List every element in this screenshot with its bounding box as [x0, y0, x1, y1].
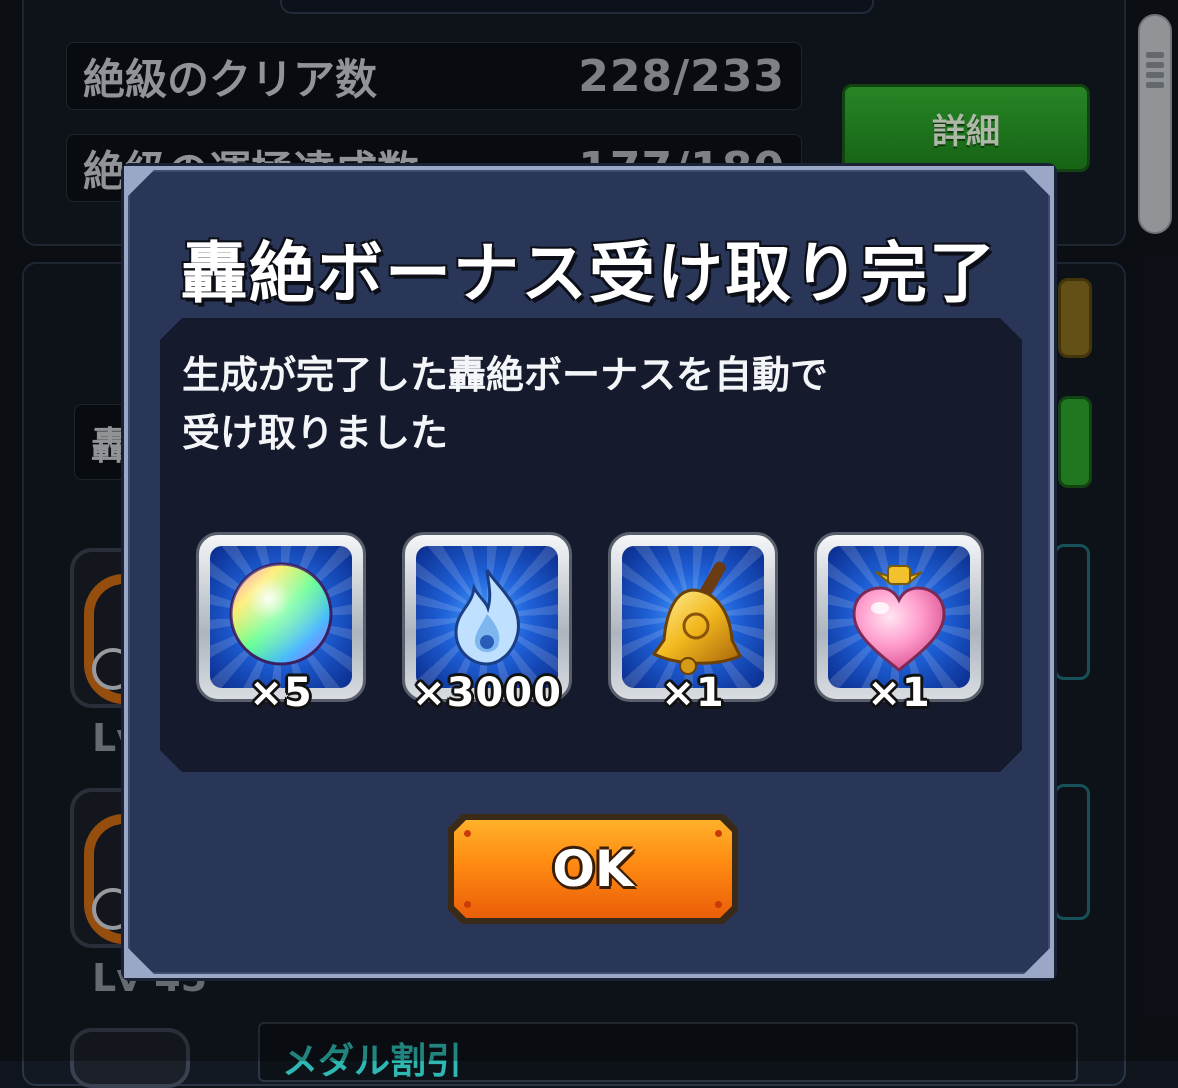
reward-item: ×1	[814, 532, 984, 702]
bonus-received-dialog: 轟絶ボーナス受け取り完了 生成が完了した轟絶ボーナスを自動で 受け取りました ×…	[124, 166, 1054, 978]
message-line-2: 受け取りました	[182, 411, 449, 455]
reward-item: ×5	[196, 532, 366, 702]
rivet	[715, 901, 722, 908]
ok-button[interactable]: OK	[448, 814, 738, 924]
rivet	[464, 901, 471, 908]
dialog-corner	[124, 166, 158, 200]
dialog-title: 轟絶ボーナス受け取り完了	[181, 235, 997, 312]
reward-quantity: ×1	[867, 670, 931, 716]
reward-item: ×3000	[402, 532, 572, 702]
reward-quantity: ×5	[249, 670, 313, 716]
reward-quantity: ×3000	[412, 670, 562, 716]
ok-button-face: OK	[454, 820, 732, 918]
message-line-1: 生成が完了した轟絶ボーナスを自動で	[182, 353, 829, 397]
reward-quantity: ×1	[661, 670, 725, 716]
ok-button-label: OK	[552, 840, 634, 898]
rivet	[715, 830, 722, 837]
rivet	[464, 830, 471, 837]
dialog-corner	[1020, 944, 1054, 978]
dialog-corner	[124, 944, 158, 978]
dialog-message: 生成が完了した轟絶ボーナスを自動で 受け取りました	[182, 346, 982, 462]
reward-item: ×1	[608, 532, 778, 702]
dialog-corner	[1020, 166, 1054, 200]
dialog-content: 生成が完了した轟絶ボーナスを自動で 受け取りました ×5 ×3000 ×1 ×1	[160, 318, 1022, 772]
